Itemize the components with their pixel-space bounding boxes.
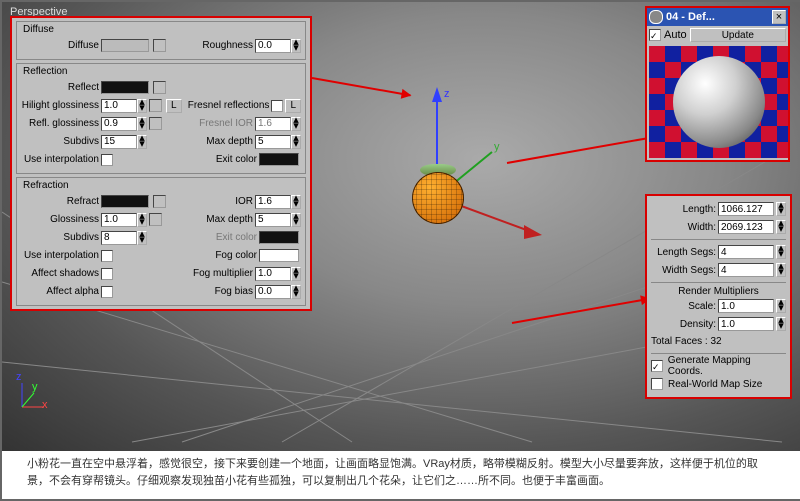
l-button[interactable]: L	[166, 99, 182, 113]
reflect-swatch[interactable]	[101, 81, 149, 94]
caption-text: 小粉花一直在空中悬浮着，感觉很空，接下来要创建一个地面，让画面略显饱满。VRay…	[2, 451, 800, 499]
label: Diffuse	[21, 40, 99, 51]
material-panel: Diffuse Diffuse Roughness ▴▾ Reflection …	[10, 16, 312, 311]
material-preview	[649, 46, 788, 158]
svg-text:y: y	[494, 141, 500, 153]
diffuse-section: Diffuse Diffuse Roughness ▴▾	[16, 21, 306, 60]
width-input[interactable]	[718, 220, 774, 234]
auto-checkbox[interactable]	[649, 29, 661, 41]
app-icon	[649, 10, 663, 24]
genmap-checkbox[interactable]	[651, 360, 663, 372]
refraction-section: Refraction Refract IOR ▴▾ Glossiness ▴▾ …	[16, 177, 306, 306]
spinner[interactable]: ▴▾	[291, 39, 301, 53]
realworld-checkbox[interactable]	[651, 378, 663, 390]
section-title: Diffuse	[21, 24, 56, 35]
roughness-input[interactable]	[255, 39, 291, 53]
center-gizmo: z y	[402, 82, 562, 242]
section-title: Reflection	[21, 66, 69, 77]
exitcolor-swatch[interactable]	[259, 153, 299, 166]
svg-text:z: z	[444, 88, 450, 100]
subdivs-input[interactable]	[101, 135, 137, 149]
reflgloss-input[interactable]	[101, 117, 137, 131]
reflect-map[interactable]	[153, 81, 166, 94]
length-input[interactable]	[718, 202, 774, 216]
hilight-input[interactable]	[101, 99, 137, 113]
update-button[interactable]: Update	[690, 28, 786, 42]
axis-indicator: z y x	[14, 373, 54, 416]
reflection-section: Reflection Reflect Hilight glossiness ▴▾…	[16, 63, 306, 174]
section-title: Refraction	[21, 180, 71, 191]
close-icon[interactable]: ×	[772, 10, 786, 24]
label: Roughness	[202, 40, 253, 51]
diffuse-map[interactable]	[153, 39, 166, 52]
diffuse-swatch[interactable]	[101, 39, 149, 52]
useinterp-checkbox[interactable]	[101, 154, 113, 166]
fresnel-checkbox[interactable]	[271, 100, 283, 112]
preview-window: 04 - Def...× Auto Update	[645, 6, 790, 162]
plane-panel: Length:▴▾ Width:▴▾ Length Segs:▴▾ Width …	[645, 194, 792, 399]
orange-object	[412, 172, 464, 224]
